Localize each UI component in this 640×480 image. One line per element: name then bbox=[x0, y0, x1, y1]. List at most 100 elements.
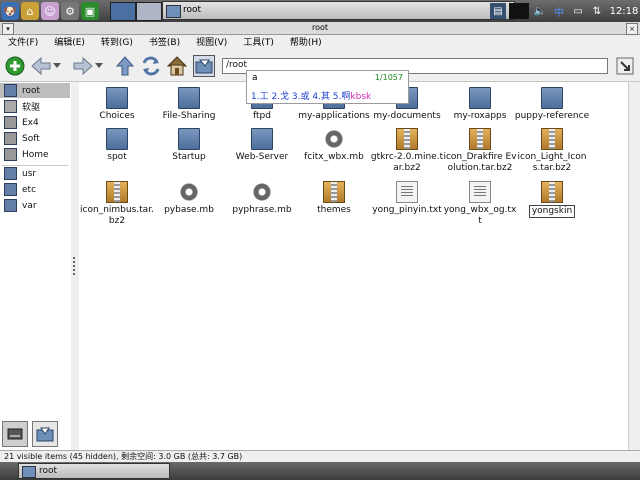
go-button[interactable] bbox=[614, 55, 636, 77]
window-menu-icon[interactable]: ▾ bbox=[2, 23, 14, 35]
menu-file[interactable]: 文件(F) bbox=[0, 35, 46, 51]
volume-icon[interactable]: 🔈 bbox=[532, 3, 548, 19]
menu-go[interactable]: 转到(G) bbox=[93, 35, 141, 51]
network-icon[interactable]: ▤ bbox=[490, 3, 506, 19]
file-item[interactable]: pyphrase.mb bbox=[224, 181, 300, 216]
back-button[interactable] bbox=[30, 55, 52, 77]
task-button-root[interactable]: root bbox=[162, 1, 515, 20]
menu-bookmarks[interactable]: 书签(B) bbox=[141, 35, 188, 51]
menu-view[interactable]: 视图(V) bbox=[188, 35, 235, 51]
sidebar-item-floppy[interactable]: 软驱 bbox=[0, 99, 70, 114]
file-item[interactable]: Web-Server bbox=[224, 128, 300, 163]
desktop-2-pager[interactable] bbox=[136, 2, 162, 21]
sidebar-item-usr[interactable]: usr bbox=[0, 166, 70, 181]
sidebar-item-ex4[interactable]: Ex4 bbox=[0, 115, 70, 130]
file-item[interactable]: Choices bbox=[79, 87, 155, 122]
monitor-icon[interactable]: ▣ bbox=[81, 2, 99, 20]
forward-button[interactable] bbox=[72, 55, 94, 77]
back-history-button[interactable] bbox=[52, 55, 62, 77]
forward-history-button[interactable] bbox=[94, 55, 104, 77]
settings-icon[interactable]: ⚙ bbox=[61, 2, 79, 20]
cpu-monitor-icon bbox=[509, 3, 529, 19]
up-button[interactable] bbox=[114, 55, 136, 77]
menu-help[interactable]: 帮助(H) bbox=[282, 35, 330, 51]
menu-edit[interactable]: 编辑(E) bbox=[46, 35, 93, 51]
file-item[interactable]: fcitx_wbx.mb bbox=[296, 128, 372, 163]
sidebar-item-label: root bbox=[22, 85, 41, 96]
file-item[interactable]: icon_Light_Icons.tar.bz2 bbox=[514, 128, 590, 174]
places-sidebar: root 软驱 Ex4 Soft Home usr etc var bbox=[0, 82, 72, 450]
file-item[interactable]: yong_wbx_og.txt bbox=[442, 181, 518, 227]
chevron-down-icon bbox=[53, 63, 61, 68]
tool-icon[interactable]: ☺ bbox=[41, 2, 59, 20]
bottom-task-button-root[interactable]: root bbox=[18, 463, 170, 479]
file-item[interactable]: puppy-reference bbox=[514, 87, 590, 122]
home-button[interactable] bbox=[166, 55, 188, 77]
back-arrow-icon bbox=[31, 56, 51, 76]
file-name: Choices bbox=[99, 111, 135, 121]
home-icon[interactable]: ⌂ bbox=[21, 2, 39, 20]
file-item[interactable]: icon_nimbus.tar.bz2 bbox=[79, 181, 155, 227]
file-item[interactable]: Startup bbox=[151, 128, 227, 163]
desktop-1-pager[interactable] bbox=[110, 2, 136, 21]
file-name: ftpd bbox=[253, 111, 271, 121]
ime-candidates[interactable]: 1.工 2.戈 3.或 4.其 5.啊kbsk bbox=[251, 89, 371, 102]
file-item[interactable]: icon_Drakfire Evolution.tar.bz2 bbox=[442, 128, 518, 174]
sidebar-item-soft[interactable]: Soft bbox=[0, 131, 70, 146]
file-name: pybase.mb bbox=[164, 205, 214, 215]
file-name: icon_Drakfire Evolution.tar.bz2 bbox=[443, 152, 517, 173]
file-item-selected[interactable]: yongskin bbox=[514, 181, 590, 218]
vertical-scrollbar[interactable] bbox=[628, 82, 640, 450]
folder-icon bbox=[166, 5, 181, 18]
window-titlebar[interactable]: ▾ root × bbox=[0, 22, 640, 35]
close-icon[interactable]: × bbox=[626, 23, 638, 35]
open-location-button[interactable] bbox=[193, 55, 215, 77]
network-status-icon[interactable]: ⇅ bbox=[589, 3, 605, 19]
file-item[interactable]: spot bbox=[79, 128, 155, 163]
file-name: icon_Light_Icons.tar.bz2 bbox=[517, 152, 587, 173]
folder-icon bbox=[4, 183, 17, 196]
new-tab-button[interactable] bbox=[4, 55, 26, 77]
gear-icon bbox=[178, 181, 200, 203]
file-item[interactable]: File-Sharing bbox=[151, 87, 227, 122]
file-name: Web-Server bbox=[235, 152, 289, 162]
clock: 12:18 bbox=[609, 5, 639, 17]
tree-view-button[interactable] bbox=[32, 421, 58, 447]
file-item[interactable]: themes bbox=[296, 181, 372, 216]
sidebar-item-home[interactable]: Home bbox=[0, 147, 70, 162]
file-item[interactable]: gtkrc-2.0.mine.tar.bz2 bbox=[369, 128, 445, 174]
places-view-button[interactable] bbox=[2, 421, 28, 447]
text-file-icon bbox=[396, 181, 418, 203]
file-item[interactable]: pybase.mb bbox=[151, 181, 227, 216]
menu-tools[interactable]: 工具(T) bbox=[235, 35, 282, 51]
sidebar-item-root[interactable]: root bbox=[0, 83, 70, 98]
drive-icon[interactable]: ▭ bbox=[570, 3, 586, 19]
gear-icon bbox=[251, 181, 273, 203]
folder-icon bbox=[22, 466, 36, 478]
text-file-icon bbox=[469, 181, 491, 203]
file-item[interactable]: yong_pinyin.txt bbox=[369, 181, 445, 216]
go-arrow-icon bbox=[616, 57, 634, 75]
reload-button[interactable] bbox=[140, 55, 162, 77]
sidebar-item-label: 软驱 bbox=[22, 103, 41, 113]
plus-icon bbox=[5, 56, 25, 76]
ime-candidate-window: a 1/1057 1.工 2.戈 3.或 4.其 5.啊kbsk bbox=[246, 70, 409, 104]
up-arrow-icon bbox=[115, 56, 135, 76]
file-item[interactable]: my-roxapps bbox=[442, 87, 518, 122]
ime-indicator[interactable]: 中 bbox=[551, 3, 567, 19]
sidebar-item-label: usr bbox=[22, 168, 37, 179]
folder-open-icon bbox=[195, 59, 213, 74]
chevron-down-icon bbox=[95, 63, 103, 68]
gear-icon bbox=[323, 128, 345, 150]
bottom-task-label: root bbox=[39, 466, 58, 476]
ime-candidate-list[interactable]: 1.工 2.戈 3.或 4.其 5.啊 bbox=[251, 92, 350, 102]
puppy-icon[interactable]: 🐶 bbox=[1, 2, 19, 20]
ime-input-text: a bbox=[252, 73, 258, 83]
sidebar-item-var[interactable]: var bbox=[0, 198, 70, 213]
file-name: File-Sharing bbox=[162, 111, 216, 121]
folder-icon bbox=[469, 87, 491, 109]
pane-splitter[interactable] bbox=[71, 82, 79, 450]
sidebar-item-etc[interactable]: etc bbox=[0, 182, 70, 197]
splitter-handle[interactable] bbox=[73, 257, 75, 277]
location-text: /root bbox=[226, 60, 248, 70]
